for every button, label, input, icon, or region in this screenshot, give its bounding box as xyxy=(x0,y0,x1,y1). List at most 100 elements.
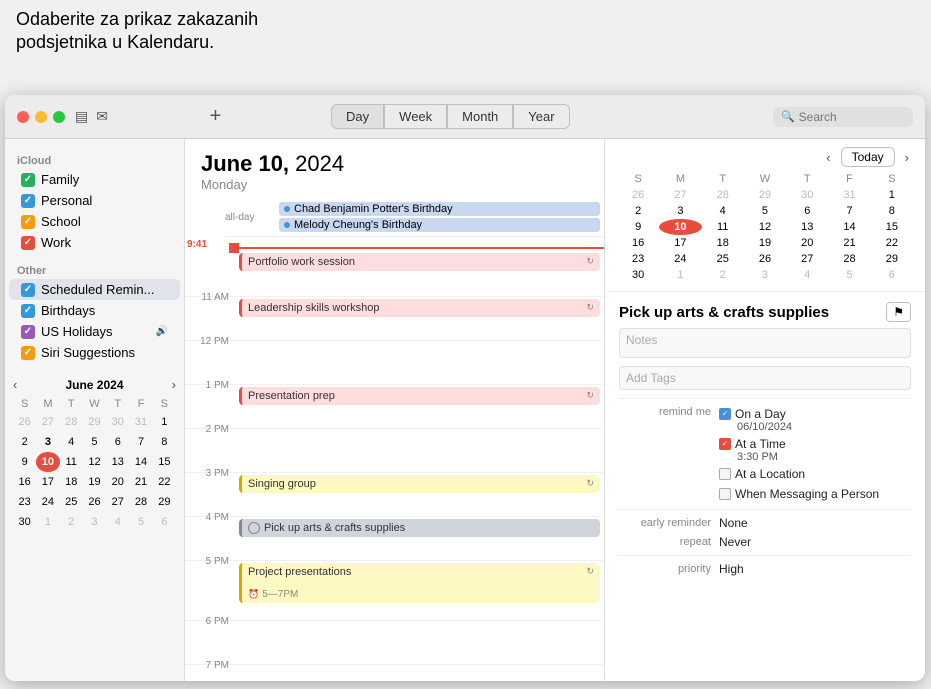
event-block-portfolio[interactable]: Portfolio work session ↻ xyxy=(239,253,600,271)
cal-day[interactable]: 18 xyxy=(60,472,83,492)
cal-day[interactable]: 9 xyxy=(13,452,36,472)
event-project[interactable]: Project presentations ↻ ⏰ 5—7PM xyxy=(239,563,600,603)
cal-day[interactable]: 27 xyxy=(36,412,59,432)
personal-checkbox[interactable] xyxy=(21,194,35,208)
cal-day[interactable]: 6 xyxy=(786,203,828,219)
cal-day[interactable]: 17 xyxy=(36,472,59,492)
cal-day[interactable]: 26 xyxy=(13,412,36,432)
cal-day[interactable]: 16 xyxy=(13,472,36,492)
cal-day[interactable]: 22 xyxy=(153,472,176,492)
at-a-time-checkbox[interactable] xyxy=(719,438,731,450)
cal-day[interactable]: 20 xyxy=(106,472,129,492)
cal-day[interactable]: 30 xyxy=(13,512,36,532)
cal-day[interactable]: 8 xyxy=(153,432,176,452)
cal-day[interactable]: 27 xyxy=(106,492,129,512)
reminder-notes-box[interactable]: Notes xyxy=(619,328,911,358)
cal-day[interactable]: 4 xyxy=(702,203,744,219)
portfolio-event[interactable]: Portfolio work session ↻ xyxy=(239,253,600,271)
cal-day[interactable]: 3 xyxy=(744,267,786,283)
event-leadership[interactable]: Leadership skills workshop ↻ xyxy=(239,299,600,317)
cal-day[interactable]: 23 xyxy=(13,492,36,512)
allday-event-chad[interactable]: Chad Benjamin Potter's Birthday xyxy=(279,202,600,216)
cal-day[interactable]: 28 xyxy=(60,412,83,432)
calendar-scroll[interactable]: 9:41 Portfolio work session ↻ xyxy=(185,237,604,681)
cal-day[interactable]: 14 xyxy=(129,452,152,472)
cal-day-today[interactable]: 10 xyxy=(659,219,701,235)
cal-day[interactable]: 28 xyxy=(828,251,870,267)
cal-day[interactable]: 5 xyxy=(828,267,870,283)
cal-day[interactable]: 15 xyxy=(153,452,176,472)
sidebar-mini-cal-next[interactable]: › xyxy=(172,377,176,392)
on-a-day-checkbox[interactable] xyxy=(719,408,731,420)
sidebar-item-family[interactable]: Family xyxy=(9,169,180,190)
cal-day[interactable]: 4 xyxy=(106,512,129,532)
cal-day[interactable]: 1 xyxy=(153,412,176,432)
tab-month[interactable]: Month xyxy=(447,104,513,129)
cal-day[interactable]: 31 xyxy=(129,412,152,432)
cal-day[interactable]: 3 xyxy=(659,203,701,219)
tab-day[interactable]: Day xyxy=(331,104,384,129)
maximize-button[interactable] xyxy=(53,111,65,123)
right-mini-cal-prev[interactable]: ‹ xyxy=(822,148,834,167)
cal-day[interactable]: 3 xyxy=(36,432,59,452)
cal-day[interactable]: 21 xyxy=(129,472,152,492)
sidebar-item-birthdays[interactable]: Birthdays xyxy=(9,300,180,321)
cal-day[interactable]: 24 xyxy=(36,492,59,512)
cal-day[interactable]: 27 xyxy=(786,251,828,267)
cal-day[interactable]: 9 xyxy=(617,219,659,235)
right-mini-cal-next[interactable]: › xyxy=(901,148,913,167)
tab-year[interactable]: Year xyxy=(513,104,569,129)
event-singing[interactable]: Singing group ↻ xyxy=(239,475,600,493)
cal-day[interactable]: 21 xyxy=(828,235,870,251)
today-button[interactable]: Today xyxy=(841,147,895,167)
cal-day[interactable]: 24 xyxy=(659,251,701,267)
cal-day[interactable]: 8 xyxy=(871,203,913,219)
holidays-checkbox[interactable] xyxy=(21,325,35,339)
cal-day[interactable]: 5 xyxy=(129,512,152,532)
cal-day[interactable]: 26 xyxy=(617,187,659,203)
scheduled-checkbox[interactable] xyxy=(21,283,35,297)
work-checkbox[interactable] xyxy=(21,236,35,250)
cal-day[interactable]: 5 xyxy=(83,432,106,452)
allday-event-melody[interactable]: Melody Cheung's Birthday xyxy=(279,218,600,232)
cal-day[interactable]: 1 xyxy=(36,512,59,532)
at-a-location-checkbox[interactable] xyxy=(719,468,731,480)
cal-day[interactable]: 28 xyxy=(129,492,152,512)
sidebar-item-school[interactable]: School xyxy=(9,211,180,232)
cal-day[interactable]: 2 xyxy=(702,267,744,283)
cal-day[interactable]: 20 xyxy=(786,235,828,251)
birthdays-checkbox[interactable] xyxy=(21,304,35,318)
cal-day[interactable]: 31 xyxy=(828,187,870,203)
cal-day[interactable]: 29 xyxy=(871,251,913,267)
siri-checkbox[interactable] xyxy=(21,346,35,360)
search-input[interactable] xyxy=(799,110,905,124)
cal-day[interactable]: 7 xyxy=(129,432,152,452)
reminder-tags-box[interactable]: Add Tags xyxy=(619,366,911,390)
cal-day[interactable]: 23 xyxy=(617,251,659,267)
cal-day[interactable]: 15 xyxy=(871,219,913,235)
cal-day[interactable]: 30 xyxy=(786,187,828,203)
cal-day[interactable]: 12 xyxy=(83,452,106,472)
cal-day[interactable]: 27 xyxy=(659,187,701,203)
cal-day[interactable]: 2 xyxy=(60,512,83,532)
cal-day[interactable]: 16 xyxy=(617,235,659,251)
inbox-icon[interactable]: ✉ xyxy=(96,108,108,125)
cal-day[interactable]: 7 xyxy=(828,203,870,219)
cal-day[interactable]: 2 xyxy=(617,203,659,219)
cal-day[interactable]: 25 xyxy=(60,492,83,512)
cal-day[interactable]: 13 xyxy=(106,452,129,472)
sidebar-item-scheduled-reminders[interactable]: Scheduled Remin... xyxy=(9,279,180,300)
cal-day[interactable]: 2 xyxy=(13,432,36,452)
cal-day[interactable]: 6 xyxy=(153,512,176,532)
cal-day[interactable]: 1 xyxy=(659,267,701,283)
flag-button[interactable]: ⚑ xyxy=(886,302,911,322)
cal-day[interactable]: 18 xyxy=(702,235,744,251)
cal-day[interactable]: 28 xyxy=(702,187,744,203)
add-event-button[interactable]: + xyxy=(210,105,222,128)
cal-day[interactable]: 4 xyxy=(786,267,828,283)
tab-week[interactable]: Week xyxy=(384,104,447,129)
cal-day[interactable]: 29 xyxy=(153,492,176,512)
cal-day[interactable]: 5 xyxy=(744,203,786,219)
when-messaging-checkbox[interactable] xyxy=(719,488,731,500)
sidebar-item-personal[interactable]: Personal xyxy=(9,190,180,211)
